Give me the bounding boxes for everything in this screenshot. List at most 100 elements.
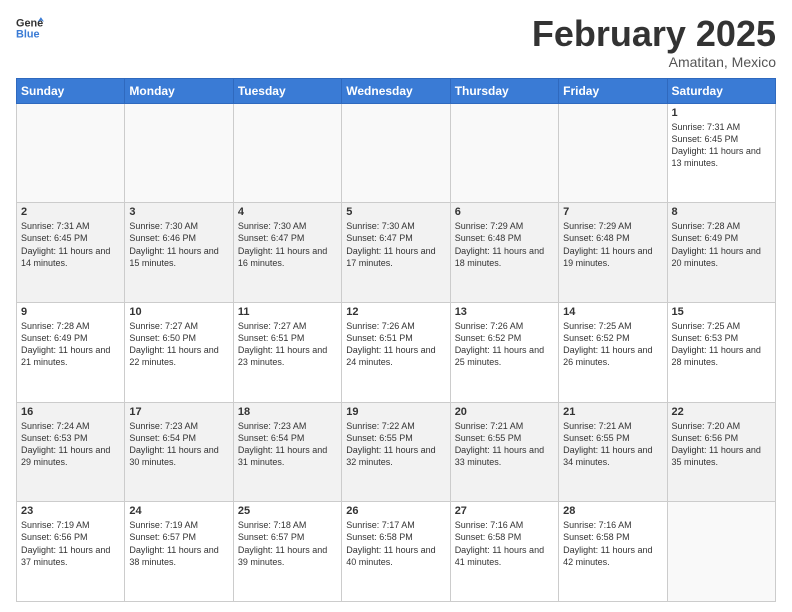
day-number: 14 xyxy=(563,306,662,318)
day-number: 6 xyxy=(455,206,554,218)
day-info: Sunrise: 7:23 AM Sunset: 6:54 PM Dayligh… xyxy=(129,420,228,469)
page: General Blue February 2025 Amatitan, Mex… xyxy=(0,0,792,612)
day-number: 21 xyxy=(563,406,662,418)
day-number: 26 xyxy=(346,505,445,517)
month-title: February 2025 xyxy=(532,14,776,54)
day-cell: 10 Sunrise: 7:27 AM Sunset: 6:50 PM Dayli… xyxy=(125,302,233,402)
day-info: Sunrise: 7:27 AM Sunset: 6:50 PM Dayligh… xyxy=(129,320,228,369)
day-number: 20 xyxy=(455,406,554,418)
logo: General Blue xyxy=(16,14,44,42)
week-row-3: 9 Sunrise: 7:28 AM Sunset: 6:49 PM Daylig… xyxy=(17,302,776,402)
day-cell: 7 Sunrise: 7:29 AM Sunset: 6:48 PM Daylig… xyxy=(559,203,667,303)
col-friday: Friday xyxy=(559,78,667,103)
col-saturday: Saturday xyxy=(667,78,775,103)
day-info: Sunrise: 7:29 AM Sunset: 6:48 PM Dayligh… xyxy=(563,220,662,269)
day-number: 17 xyxy=(129,406,228,418)
day-info: Sunrise: 7:22 AM Sunset: 6:55 PM Dayligh… xyxy=(346,420,445,469)
day-info: Sunrise: 7:16 AM Sunset: 6:58 PM Dayligh… xyxy=(563,519,662,568)
day-number: 16 xyxy=(21,406,120,418)
day-info: Sunrise: 7:19 AM Sunset: 6:57 PM Dayligh… xyxy=(129,519,228,568)
day-info: Sunrise: 7:31 AM Sunset: 6:45 PM Dayligh… xyxy=(672,121,771,170)
day-number: 2 xyxy=(21,206,120,218)
day-number: 28 xyxy=(563,505,662,517)
day-number: 22 xyxy=(672,406,771,418)
day-info: Sunrise: 7:25 AM Sunset: 6:53 PM Dayligh… xyxy=(672,320,771,369)
day-number: 11 xyxy=(238,306,337,318)
day-cell: 6 Sunrise: 7:29 AM Sunset: 6:48 PM Daylig… xyxy=(450,203,558,303)
calendar-header-row: Sunday Monday Tuesday Wednesday Thursday… xyxy=(17,78,776,103)
subtitle: Amatitan, Mexico xyxy=(532,54,776,70)
day-number: 18 xyxy=(238,406,337,418)
col-wednesday: Wednesday xyxy=(342,78,450,103)
day-info: Sunrise: 7:28 AM Sunset: 6:49 PM Dayligh… xyxy=(672,220,771,269)
day-cell: 8 Sunrise: 7:28 AM Sunset: 6:49 PM Daylig… xyxy=(667,203,775,303)
day-cell: 4 Sunrise: 7:30 AM Sunset: 6:47 PM Daylig… xyxy=(233,203,341,303)
day-info: Sunrise: 7:20 AM Sunset: 6:56 PM Dayligh… xyxy=(672,420,771,469)
day-cell: 19 Sunrise: 7:22 AM Sunset: 6:55 PM Dayli… xyxy=(342,402,450,502)
day-cell: 25 Sunrise: 7:18 AM Sunset: 6:57 PM Dayli… xyxy=(233,502,341,602)
day-cell: 15Sunrise: 7:25 AM Sunset: 6:53 PM Dayli… xyxy=(667,302,775,402)
day-number: 1 xyxy=(672,107,771,119)
day-number: 25 xyxy=(238,505,337,517)
day-number: 13 xyxy=(455,306,554,318)
day-info: Sunrise: 7:21 AM Sunset: 6:55 PM Dayligh… xyxy=(455,420,554,469)
calendar-table: Sunday Monday Tuesday Wednesday Thursday… xyxy=(16,78,776,602)
day-info: Sunrise: 7:19 AM Sunset: 6:56 PM Dayligh… xyxy=(21,519,120,568)
day-cell: 22 Sunrise: 7:20 AM Sunset: 6:56 PM Dayli… xyxy=(667,402,775,502)
day-number: 3 xyxy=(129,206,228,218)
day-number: 19 xyxy=(346,406,445,418)
week-row-1: 1 Sunrise: 7:31 AM Sunset: 6:45 PM Daylig… xyxy=(17,103,776,203)
day-info: Sunrise: 7:26 AM Sunset: 6:52 PM Dayligh… xyxy=(455,320,554,369)
day-info: Sunrise: 7:18 AM Sunset: 6:57 PM Dayligh… xyxy=(238,519,337,568)
day-cell: 28 Sunrise: 7:16 AM Sunset: 6:58 PM Dayli… xyxy=(559,502,667,602)
day-cell xyxy=(125,103,233,203)
day-cell: 17 Sunrise: 7:23 AM Sunset: 6:54 PM Dayli… xyxy=(125,402,233,502)
day-number: 5 xyxy=(346,206,445,218)
generalblue-logo-icon: General Blue xyxy=(16,14,44,42)
day-cell: 2Sunrise: 7:31 AM Sunset: 6:45 PM Daylig… xyxy=(17,203,125,303)
day-cell: 1 Sunrise: 7:31 AM Sunset: 6:45 PM Daylig… xyxy=(667,103,775,203)
day-cell: 23Sunrise: 7:19 AM Sunset: 6:56 PM Dayli… xyxy=(17,502,125,602)
day-info: Sunrise: 7:21 AM Sunset: 6:55 PM Dayligh… xyxy=(563,420,662,469)
day-cell xyxy=(342,103,450,203)
day-cell: 21 Sunrise: 7:21 AM Sunset: 6:55 PM Dayli… xyxy=(559,402,667,502)
day-info: Sunrise: 7:30 AM Sunset: 6:47 PM Dayligh… xyxy=(238,220,337,269)
day-cell xyxy=(233,103,341,203)
svg-text:Blue: Blue xyxy=(16,28,40,40)
day-cell xyxy=(450,103,558,203)
day-info: Sunrise: 7:30 AM Sunset: 6:46 PM Dayligh… xyxy=(129,220,228,269)
day-info: Sunrise: 7:23 AM Sunset: 6:54 PM Dayligh… xyxy=(238,420,337,469)
day-number: 10 xyxy=(129,306,228,318)
day-number: 24 xyxy=(129,505,228,517)
day-number: 27 xyxy=(455,505,554,517)
day-number: 9 xyxy=(21,306,120,318)
day-cell: 16 Sunrise: 7:24 AM Sunset: 6:53 PM Dayli… xyxy=(17,402,125,502)
week-row-4: 16 Sunrise: 7:24 AM Sunset: 6:53 PM Dayli… xyxy=(17,402,776,502)
day-cell: 3 Sunrise: 7:30 AM Sunset: 6:46 PM Daylig… xyxy=(125,203,233,303)
day-info: Sunrise: 7:30 AM Sunset: 6:47 PM Dayligh… xyxy=(346,220,445,269)
day-info: Sunrise: 7:28 AM Sunset: 6:49 PM Dayligh… xyxy=(21,320,120,369)
col-thursday: Thursday xyxy=(450,78,558,103)
day-cell: 24 Sunrise: 7:19 AM Sunset: 6:57 PM Dayli… xyxy=(125,502,233,602)
day-cell: 9 Sunrise: 7:28 AM Sunset: 6:49 PM Daylig… xyxy=(17,302,125,402)
day-info: Sunrise: 7:29 AM Sunset: 6:48 PM Dayligh… xyxy=(455,220,554,269)
day-info: Sunrise: 7:26 AM Sunset: 6:51 PM Dayligh… xyxy=(346,320,445,369)
day-info: Sunrise: 7:24 AM Sunset: 6:53 PM Dayligh… xyxy=(21,420,120,469)
day-cell: 27 Sunrise: 7:16 AM Sunset: 6:58 PM Dayli… xyxy=(450,502,558,602)
day-cell: 14Sunrise: 7:25 AM Sunset: 6:52 PM Dayli… xyxy=(559,302,667,402)
day-cell: 18 Sunrise: 7:23 AM Sunset: 6:54 PM Dayli… xyxy=(233,402,341,502)
day-info: Sunrise: 7:17 AM Sunset: 6:58 PM Dayligh… xyxy=(346,519,445,568)
day-cell: 13 Sunrise: 7:26 AM Sunset: 6:52 PM Dayli… xyxy=(450,302,558,402)
col-tuesday: Tuesday xyxy=(233,78,341,103)
day-cell xyxy=(667,502,775,602)
day-info: Sunrise: 7:16 AM Sunset: 6:58 PM Dayligh… xyxy=(455,519,554,568)
day-number: 4 xyxy=(238,206,337,218)
day-number: 7 xyxy=(563,206,662,218)
day-cell: 11Sunrise: 7:27 AM Sunset: 6:51 PM Dayli… xyxy=(233,302,341,402)
day-number: 8 xyxy=(672,206,771,218)
day-cell: 26 Sunrise: 7:17 AM Sunset: 6:58 PM Dayli… xyxy=(342,502,450,602)
day-number: 12 xyxy=(346,306,445,318)
col-sunday: Sunday xyxy=(17,78,125,103)
day-cell: 20 Sunrise: 7:21 AM Sunset: 6:55 PM Dayli… xyxy=(450,402,558,502)
day-cell: 12 Sunrise: 7:26 AM Sunset: 6:51 PM Dayli… xyxy=(342,302,450,402)
